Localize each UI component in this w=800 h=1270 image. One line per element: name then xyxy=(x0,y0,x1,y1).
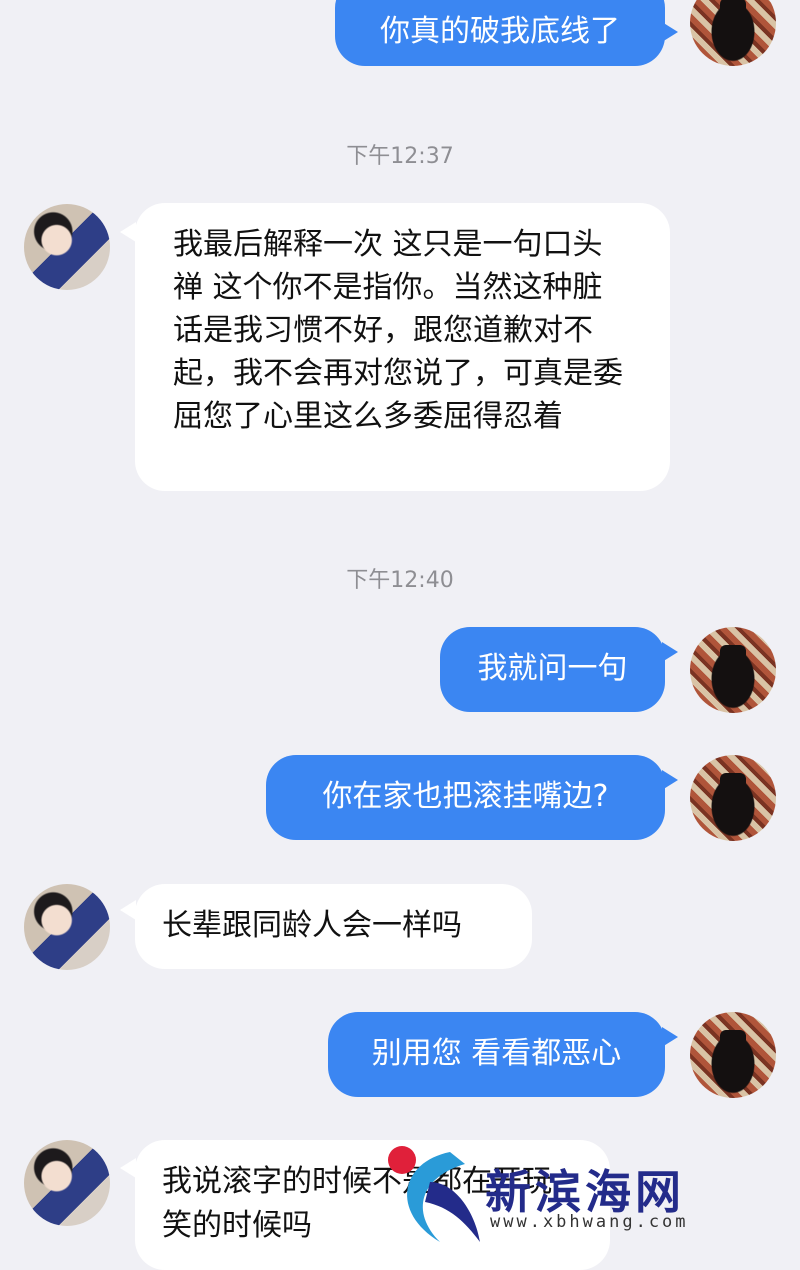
contact-avatar[interactable] xyxy=(24,1140,110,1226)
bubble-tail xyxy=(662,22,678,42)
message-bubble-incoming[interactable]: 我说滚字的时候不是都在开玩笑的时候吗 xyxy=(135,1140,610,1270)
bubble-tail xyxy=(662,770,678,790)
message-timestamp: 下午12:40 xyxy=(346,568,454,593)
self-avatar[interactable] xyxy=(690,0,776,66)
message-bubble-incoming[interactable]: 我最后解释一次 这只是一句口头禅 这个你不是指你。当然这种脏话是我习惯不好，跟您… xyxy=(135,203,670,491)
message-bubble-outgoing[interactable]: 别用您 看看都恶心 xyxy=(328,1012,665,1097)
message-bubble-incoming[interactable]: 长辈跟同龄人会一样吗 xyxy=(135,884,532,969)
message-bubble-outgoing[interactable]: 你真的破我底线了 xyxy=(335,0,665,66)
bubble-tail xyxy=(120,900,136,920)
self-avatar[interactable] xyxy=(690,1012,776,1098)
message-bubble-outgoing[interactable]: 你在家也把滚挂嘴边? xyxy=(266,755,665,840)
message-timestamp: 下午12:37 xyxy=(346,144,454,169)
contact-avatar[interactable] xyxy=(24,884,110,970)
message-bubble-outgoing[interactable]: 我就问一句 xyxy=(440,627,665,712)
bubble-tail xyxy=(662,642,678,662)
bubble-tail xyxy=(662,1027,678,1047)
bubble-tail xyxy=(120,1158,136,1178)
self-avatar[interactable] xyxy=(690,627,776,713)
contact-avatar[interactable] xyxy=(24,204,110,290)
bubble-tail xyxy=(120,222,136,242)
self-avatar[interactable] xyxy=(690,755,776,841)
